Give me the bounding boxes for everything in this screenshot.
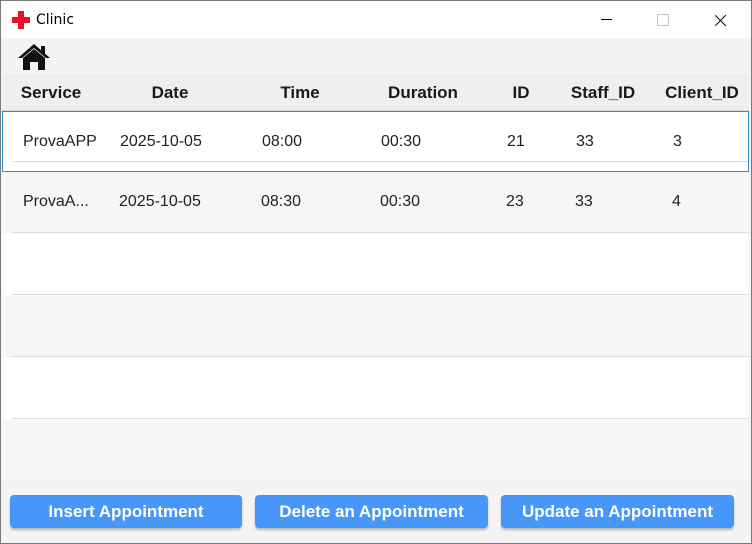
empty-row bbox=[2, 420, 749, 480]
column-header-date[interactable]: Date bbox=[100, 74, 240, 110]
insert-appointment-button[interactable]: Insert Appointment bbox=[10, 495, 242, 528]
table-row[interactable]: ProvaA... 2025-10-05 08:30 00:30 23 33 4 bbox=[2, 172, 749, 233]
cell-time: 08:30 bbox=[261, 193, 302, 210]
cell-duration: 00:30 bbox=[380, 193, 421, 210]
cell-time: 08:00 bbox=[262, 133, 303, 150]
window-title: Clinic bbox=[36, 12, 75, 28]
delete-appointment-button[interactable]: Delete an Appointment bbox=[255, 495, 488, 528]
cell-date: 2025-10-05 bbox=[120, 133, 202, 150]
home-icon bbox=[18, 44, 50, 70]
home-button[interactable] bbox=[17, 43, 51, 71]
minimize-button[interactable] bbox=[583, 1, 629, 38]
close-button[interactable] bbox=[698, 1, 744, 38]
table-header: Service Date Time Duration ID Staff_ID C… bbox=[2, 74, 749, 111]
cell-service: ProvaA... bbox=[23, 193, 89, 210]
cell-id: 21 bbox=[507, 133, 525, 150]
column-header-client-id[interactable]: Client_ID bbox=[650, 74, 749, 110]
maximize-icon bbox=[657, 14, 669, 26]
empty-row bbox=[2, 358, 749, 419]
column-header-duration[interactable]: Duration bbox=[360, 74, 486, 110]
column-header-id[interactable]: ID bbox=[486, 74, 556, 110]
title-bar: Clinic bbox=[1, 1, 751, 38]
table-row[interactable]: ProvaAPP 2025-10-05 08:00 00:30 21 33 3 bbox=[2, 111, 749, 172]
appointments-table[interactable]: Service Date Time Duration ID Staff_ID C… bbox=[2, 74, 749, 480]
cell-service: ProvaAPP bbox=[23, 133, 97, 150]
cell-date: 2025-10-05 bbox=[119, 193, 201, 210]
column-header-service[interactable]: Service bbox=[2, 74, 100, 110]
empty-row bbox=[2, 296, 749, 357]
cell-id: 23 bbox=[506, 193, 524, 210]
cell-staff-id: 33 bbox=[575, 193, 593, 210]
cell-duration: 00:30 bbox=[381, 133, 422, 150]
maximize-button[interactable] bbox=[641, 1, 687, 38]
toolbar bbox=[1, 38, 751, 72]
column-header-staff-id[interactable]: Staff_ID bbox=[556, 74, 650, 110]
minimize-icon bbox=[601, 19, 612, 20]
cell-client-id: 4 bbox=[672, 193, 681, 210]
empty-row bbox=[2, 234, 749, 295]
column-header-time[interactable]: Time bbox=[240, 74, 360, 110]
update-appointment-button[interactable]: Update an Appointment bbox=[501, 495, 734, 528]
red-cross-icon bbox=[12, 11, 30, 29]
cell-client-id: 3 bbox=[673, 133, 682, 150]
cell-staff-id: 33 bbox=[576, 133, 594, 150]
clinic-window: Clinic Service Date Time Duration ID Sta… bbox=[0, 0, 752, 544]
